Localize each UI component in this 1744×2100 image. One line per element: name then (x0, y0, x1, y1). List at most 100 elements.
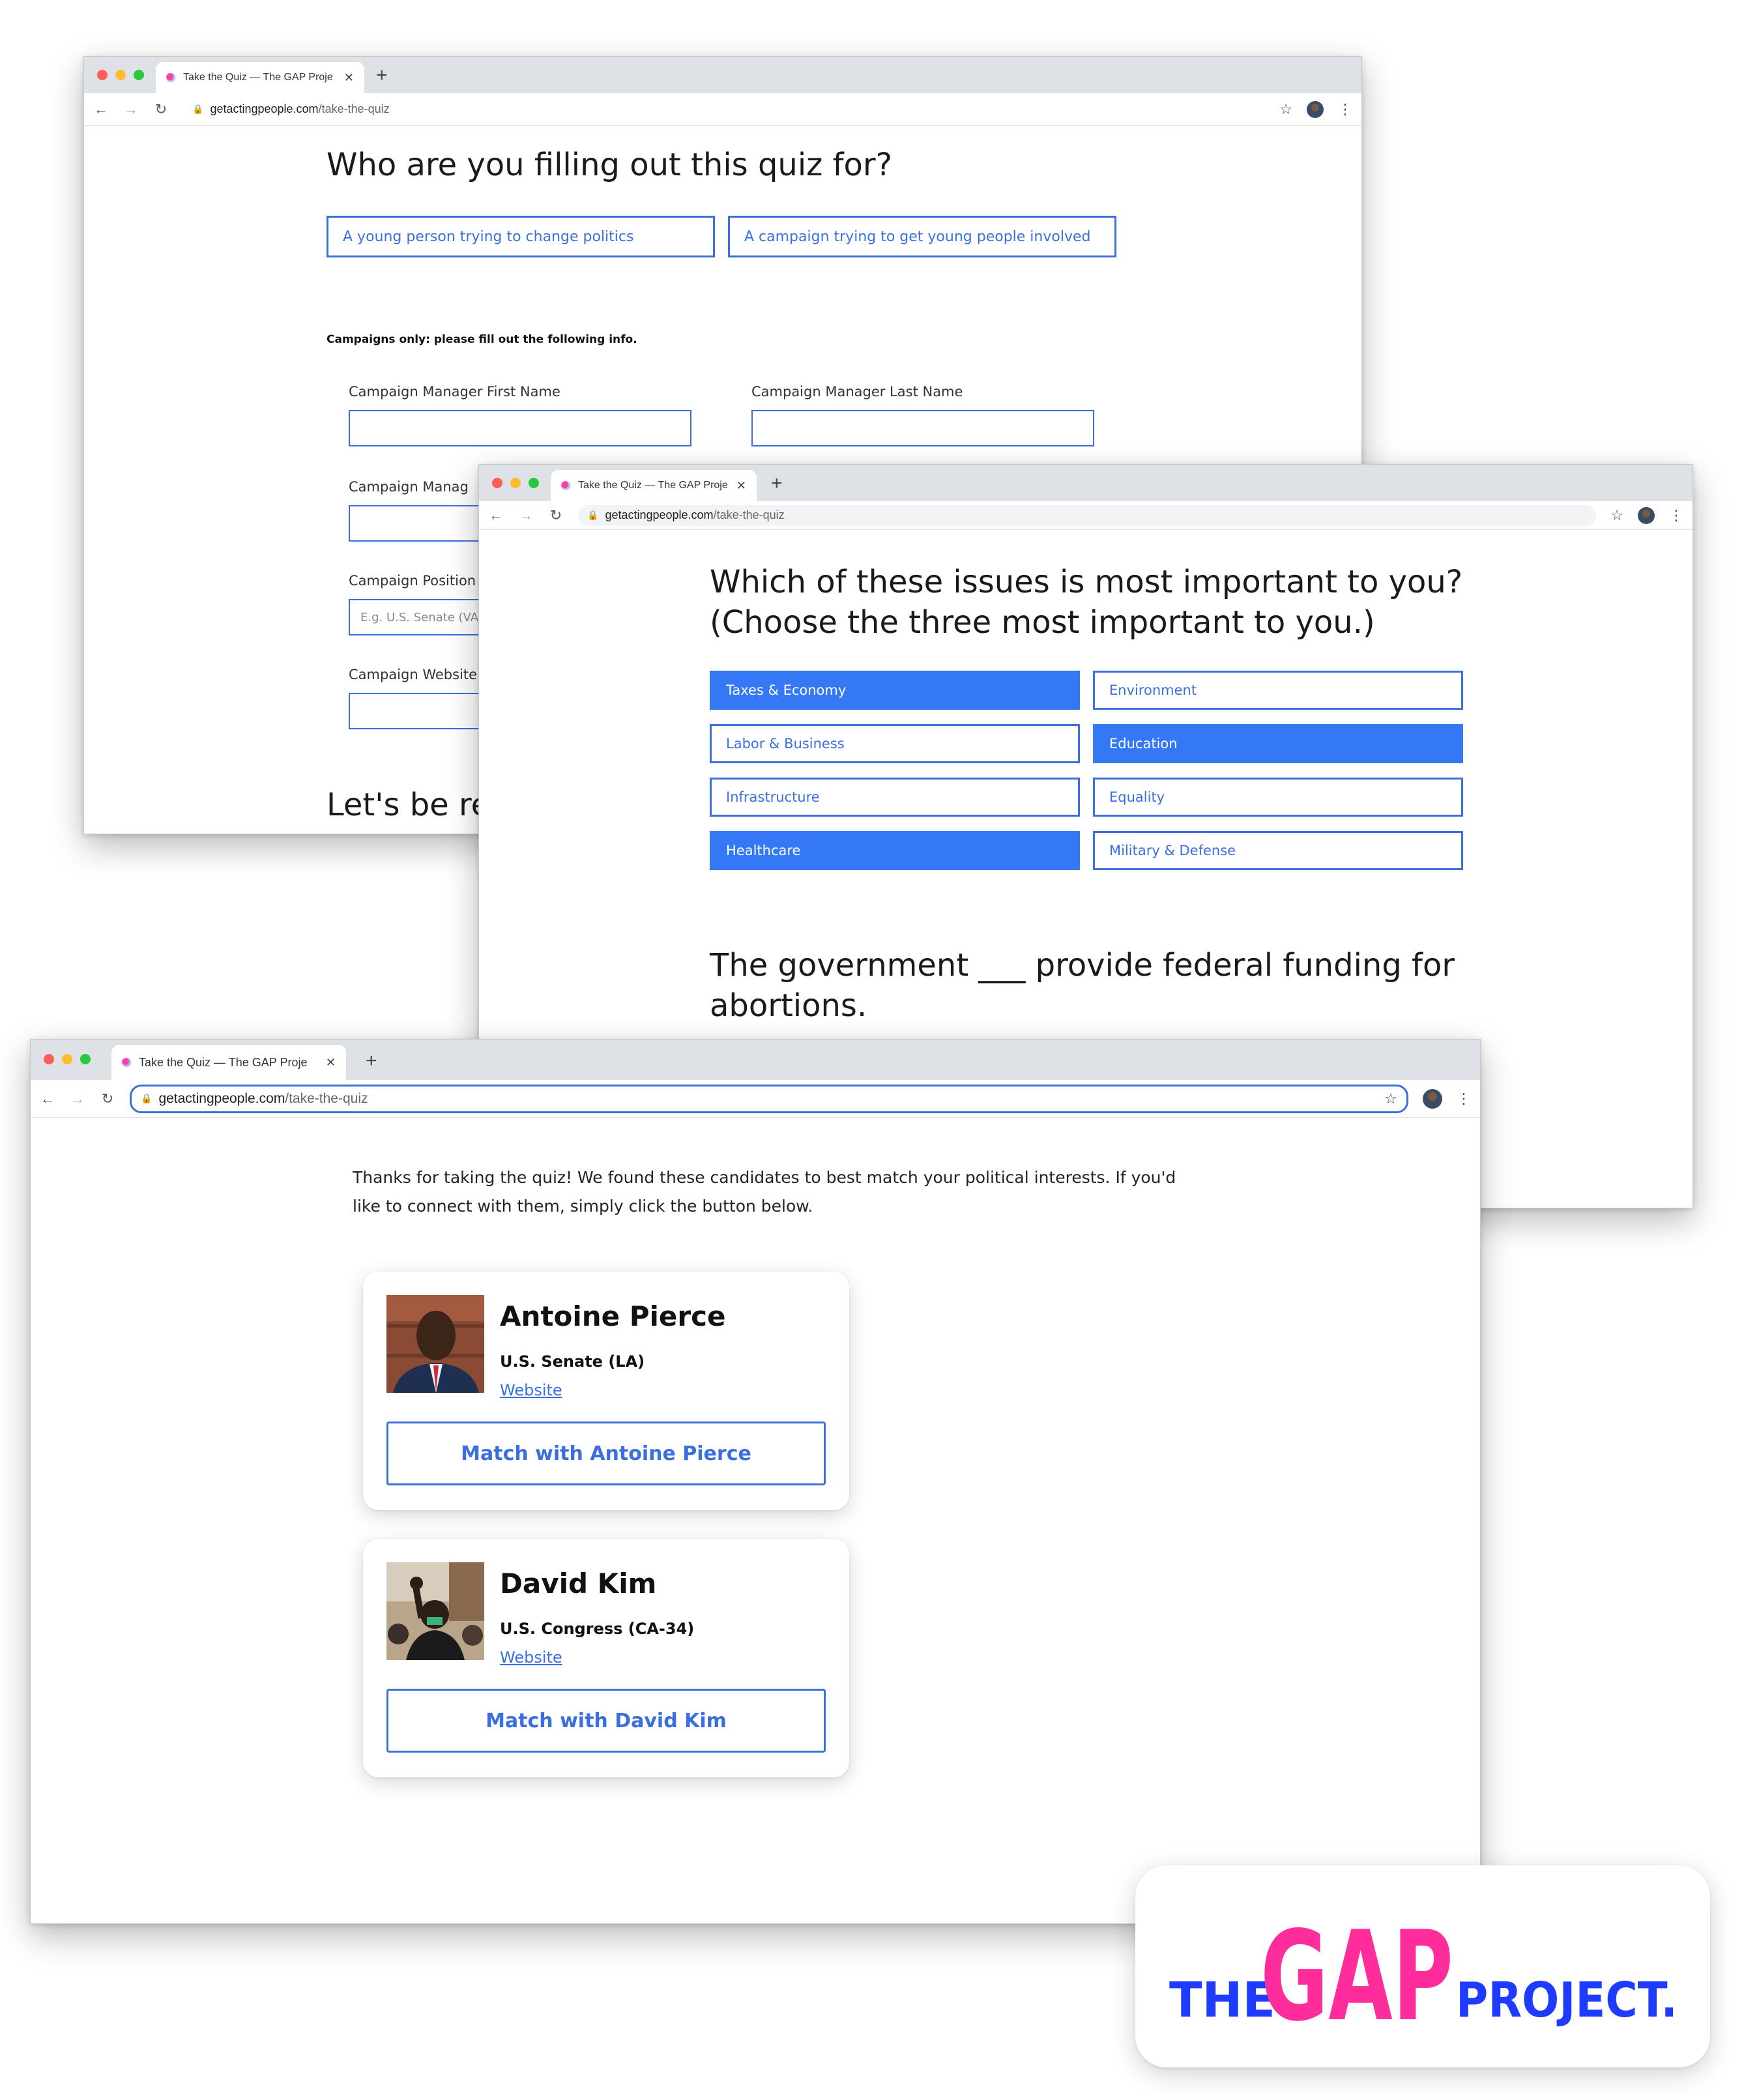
profile-avatar[interactable] (1638, 506, 1655, 524)
next-section-heading: Let's be re (327, 787, 491, 823)
results-intro-line1: Thanks for taking the quiz! We found the… (353, 1168, 1176, 1187)
maximize-window-button[interactable] (80, 1054, 91, 1064)
first-name-input[interactable] (349, 410, 691, 446)
issue-option[interactable]: Military & Defense (1093, 831, 1463, 870)
back-icon[interactable]: ← (93, 101, 109, 118)
candidate-photo (386, 1295, 484, 1393)
bookmark-star-icon[interactable]: ☆ (1610, 507, 1623, 524)
bookmark-star-icon[interactable]: ☆ (1384, 1090, 1397, 1107)
browser-tab[interactable]: Take the Quiz — The GAP Proje ✕ (551, 470, 757, 501)
first-name-label: Campaign Manager First Name (349, 384, 560, 400)
url-path: /take-the-quiz (285, 1090, 368, 1106)
last-name-label: Campaign Manager Last Name (751, 384, 963, 400)
tab-strip: Take the Quiz — The GAP Proje ✕ + (84, 57, 1361, 93)
browser-toolbar: ← → ↻ 🔒 getactingpeople.com/take-the-qui… (31, 1080, 1480, 1118)
window-controls (492, 478, 539, 488)
close-window-button[interactable] (492, 478, 502, 488)
close-window-button[interactable] (97, 70, 108, 80)
forward-icon[interactable]: → (518, 507, 534, 524)
browser-tab[interactable]: Take the Quiz — The GAP Proje ✕ (111, 1045, 346, 1080)
browser-toolbar: ← → ↻ 🔒 getactingpeople.com/take-the-qui… (84, 93, 1361, 126)
browser-tab[interactable]: Take the Quiz — The GAP Proje ✕ (156, 62, 364, 93)
candidate-role: U.S. Congress (CA-34) (500, 1620, 695, 1638)
issue-option[interactable]: Environment (1093, 671, 1463, 710)
issues-question-line1: Which of these issues is most important … (710, 564, 1463, 600)
candidate-website-link[interactable]: Website (500, 1381, 562, 1399)
address-bar[interactable]: 🔒 getactingpeople.com/take-the-quiz (578, 504, 1597, 526)
url-domain: getactingpeople.com (605, 508, 714, 521)
close-window-button[interactable] (44, 1054, 54, 1064)
tab-title: Take the Quiz — The GAP Proje (578, 480, 728, 491)
page-content: Thanks for taking the quiz! We found the… (31, 1118, 1480, 1923)
issue-option-selected[interactable]: Healthcare (710, 831, 1080, 870)
option-campaign-button[interactable]: A campaign trying to get young people in… (728, 216, 1116, 257)
candidate-name: Antoine Pierce (500, 1300, 726, 1332)
menu-kebab-icon[interactable]: ⋮ (1457, 1090, 1471, 1107)
last-name-input[interactable] (751, 410, 1094, 446)
close-icon[interactable]: ✕ (736, 479, 746, 493)
lock-icon: 🔒 (192, 104, 204, 114)
new-tab-icon[interactable]: + (771, 473, 783, 495)
manager-label: Campaign Manag (349, 479, 469, 495)
address-bar[interactable]: 🔒 getactingpeople.com/take-the-quiz ☆ (130, 1084, 1408, 1113)
minimize-window-button[interactable] (510, 478, 521, 488)
maximize-window-button[interactable] (134, 70, 144, 80)
new-tab-icon[interactable]: + (366, 1050, 377, 1072)
minimize-window-button[interactable] (62, 1054, 72, 1064)
match-button[interactable]: Match with Antoine Pierce (386, 1422, 826, 1485)
profile-avatar[interactable] (1307, 100, 1324, 118)
reload-icon[interactable]: ↻ (548, 507, 564, 524)
logo-the: THE (1169, 1972, 1275, 2028)
issue-option-selected[interactable]: Education (1093, 724, 1463, 763)
candidate-role: U.S. Senate (LA) (500, 1352, 645, 1371)
bookmark-star-icon[interactable]: ☆ (1279, 101, 1292, 118)
issue-option[interactable]: Equality (1093, 778, 1463, 817)
gap-project-logo: THE GAP PROJECT. (1169, 1904, 1678, 2049)
favicon-icon (166, 73, 175, 82)
issues-question-line2: (Choose the three most important to you.… (710, 604, 1375, 641)
favicon-icon (122, 1058, 131, 1067)
lock-icon: 🔒 (141, 1093, 153, 1103)
match-button[interactable]: Match with David Kim (386, 1689, 826, 1753)
candidate-name: David Kim (500, 1568, 657, 1599)
campaigns-note: Campaigns only: please fill out the foll… (327, 333, 637, 346)
minimize-window-button[interactable] (115, 70, 126, 80)
gap-project-logo-card: THE GAP PROJECT. (1135, 1865, 1710, 2067)
window-controls (97, 70, 144, 80)
back-icon[interactable]: ← (488, 507, 504, 524)
issue-option-selected[interactable]: Taxes & Economy (710, 671, 1080, 710)
lock-icon: 🔒 (587, 510, 599, 520)
back-icon[interactable]: ← (40, 1090, 55, 1107)
menu-kebab-icon[interactable]: ⋮ (1669, 507, 1683, 524)
browser-chrome: Take the Quiz — The GAP Proje ✕ + ← → ↻ … (479, 465, 1693, 530)
candidate-website-link[interactable]: Website (500, 1648, 562, 1667)
url-domain: getactingpeople.com (210, 102, 319, 115)
url-domain: getactingpeople.com (158, 1090, 285, 1106)
close-icon[interactable]: ✕ (326, 1056, 336, 1070)
maximize-window-button[interactable] (529, 478, 539, 488)
quiz-question-title: Who are you filling out this quiz for? (327, 147, 893, 183)
profile-avatar[interactable] (1423, 1088, 1442, 1109)
menu-kebab-icon[interactable]: ⋮ (1338, 101, 1352, 118)
website-label: Campaign Website (349, 667, 478, 682)
logo-project: PROJECT. (1456, 1972, 1678, 2028)
tab-strip: Take the Quiz — The GAP Proje ✕ + (31, 1040, 1480, 1080)
forward-icon[interactable]: → (123, 101, 139, 118)
reload-icon[interactable]: ↻ (153, 101, 169, 118)
new-tab-icon[interactable]: + (376, 65, 388, 87)
next-question-line2: abortions. (710, 987, 867, 1024)
logo-gap: GAP (1260, 1904, 1453, 2049)
close-icon[interactable]: ✕ (344, 71, 354, 85)
browser-window-results: Take the Quiz — The GAP Proje ✕ + ← → ↻ … (30, 1039, 1481, 1924)
position-label: Campaign Position (349, 573, 476, 589)
address-bar[interactable]: 🔒 getactingpeople.com/take-the-quiz (183, 98, 1265, 121)
toolbar-right: ⋮ (1423, 1088, 1471, 1109)
url-path: /take-the-quiz (713, 508, 785, 521)
option-young-person-button[interactable]: A young person trying to change politics (327, 216, 715, 257)
issue-option[interactable]: Infrastructure (710, 778, 1080, 817)
reload-icon[interactable]: ↻ (100, 1090, 115, 1107)
issue-option[interactable]: Labor & Business (710, 724, 1080, 763)
tab-title: Take the Quiz — The GAP Proje (139, 1055, 308, 1069)
forward-icon[interactable]: → (70, 1090, 85, 1107)
toolbar-right: ☆ ⋮ (1279, 100, 1352, 118)
